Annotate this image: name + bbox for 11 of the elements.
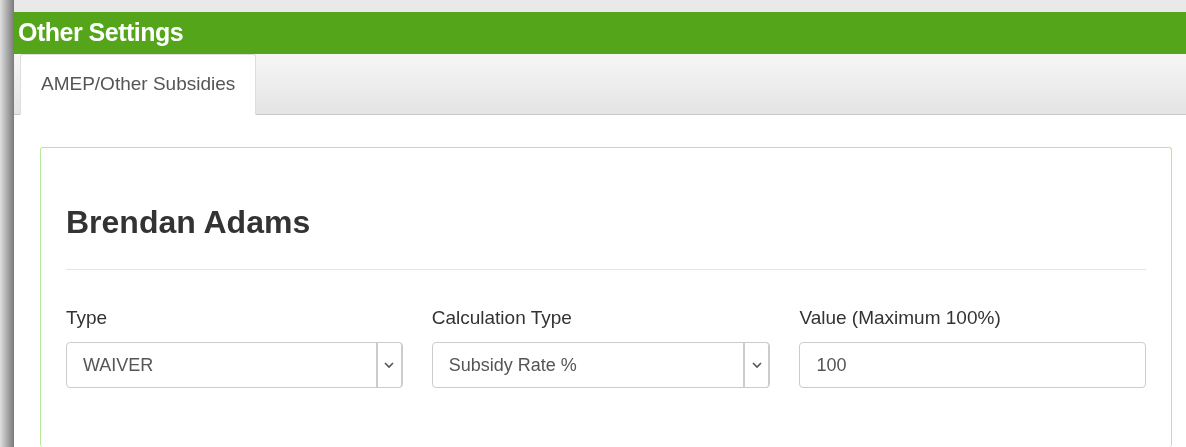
- tab[interactable]: AMEP/Other Subsidies: [20, 54, 257, 115]
- select-dropdown[interactable]: Subsidy Rate %: [431, 342, 771, 388]
- select-dropdown[interactable]: WAIVER: [66, 342, 403, 388]
- page-title: Other Settings: [18, 17, 184, 49]
- field-label: Type: [66, 306, 108, 330]
- chevron-icon: [743, 342, 770, 388]
- chevron-icon: [375, 342, 402, 388]
- person-name: Brendan Adams: [66, 203, 312, 242]
- input-field[interactable]: 100: [799, 342, 1146, 388]
- field-label: Value (Maximum 100%): [799, 306, 1001, 330]
- field-label: Calculation Type: [431, 306, 572, 330]
